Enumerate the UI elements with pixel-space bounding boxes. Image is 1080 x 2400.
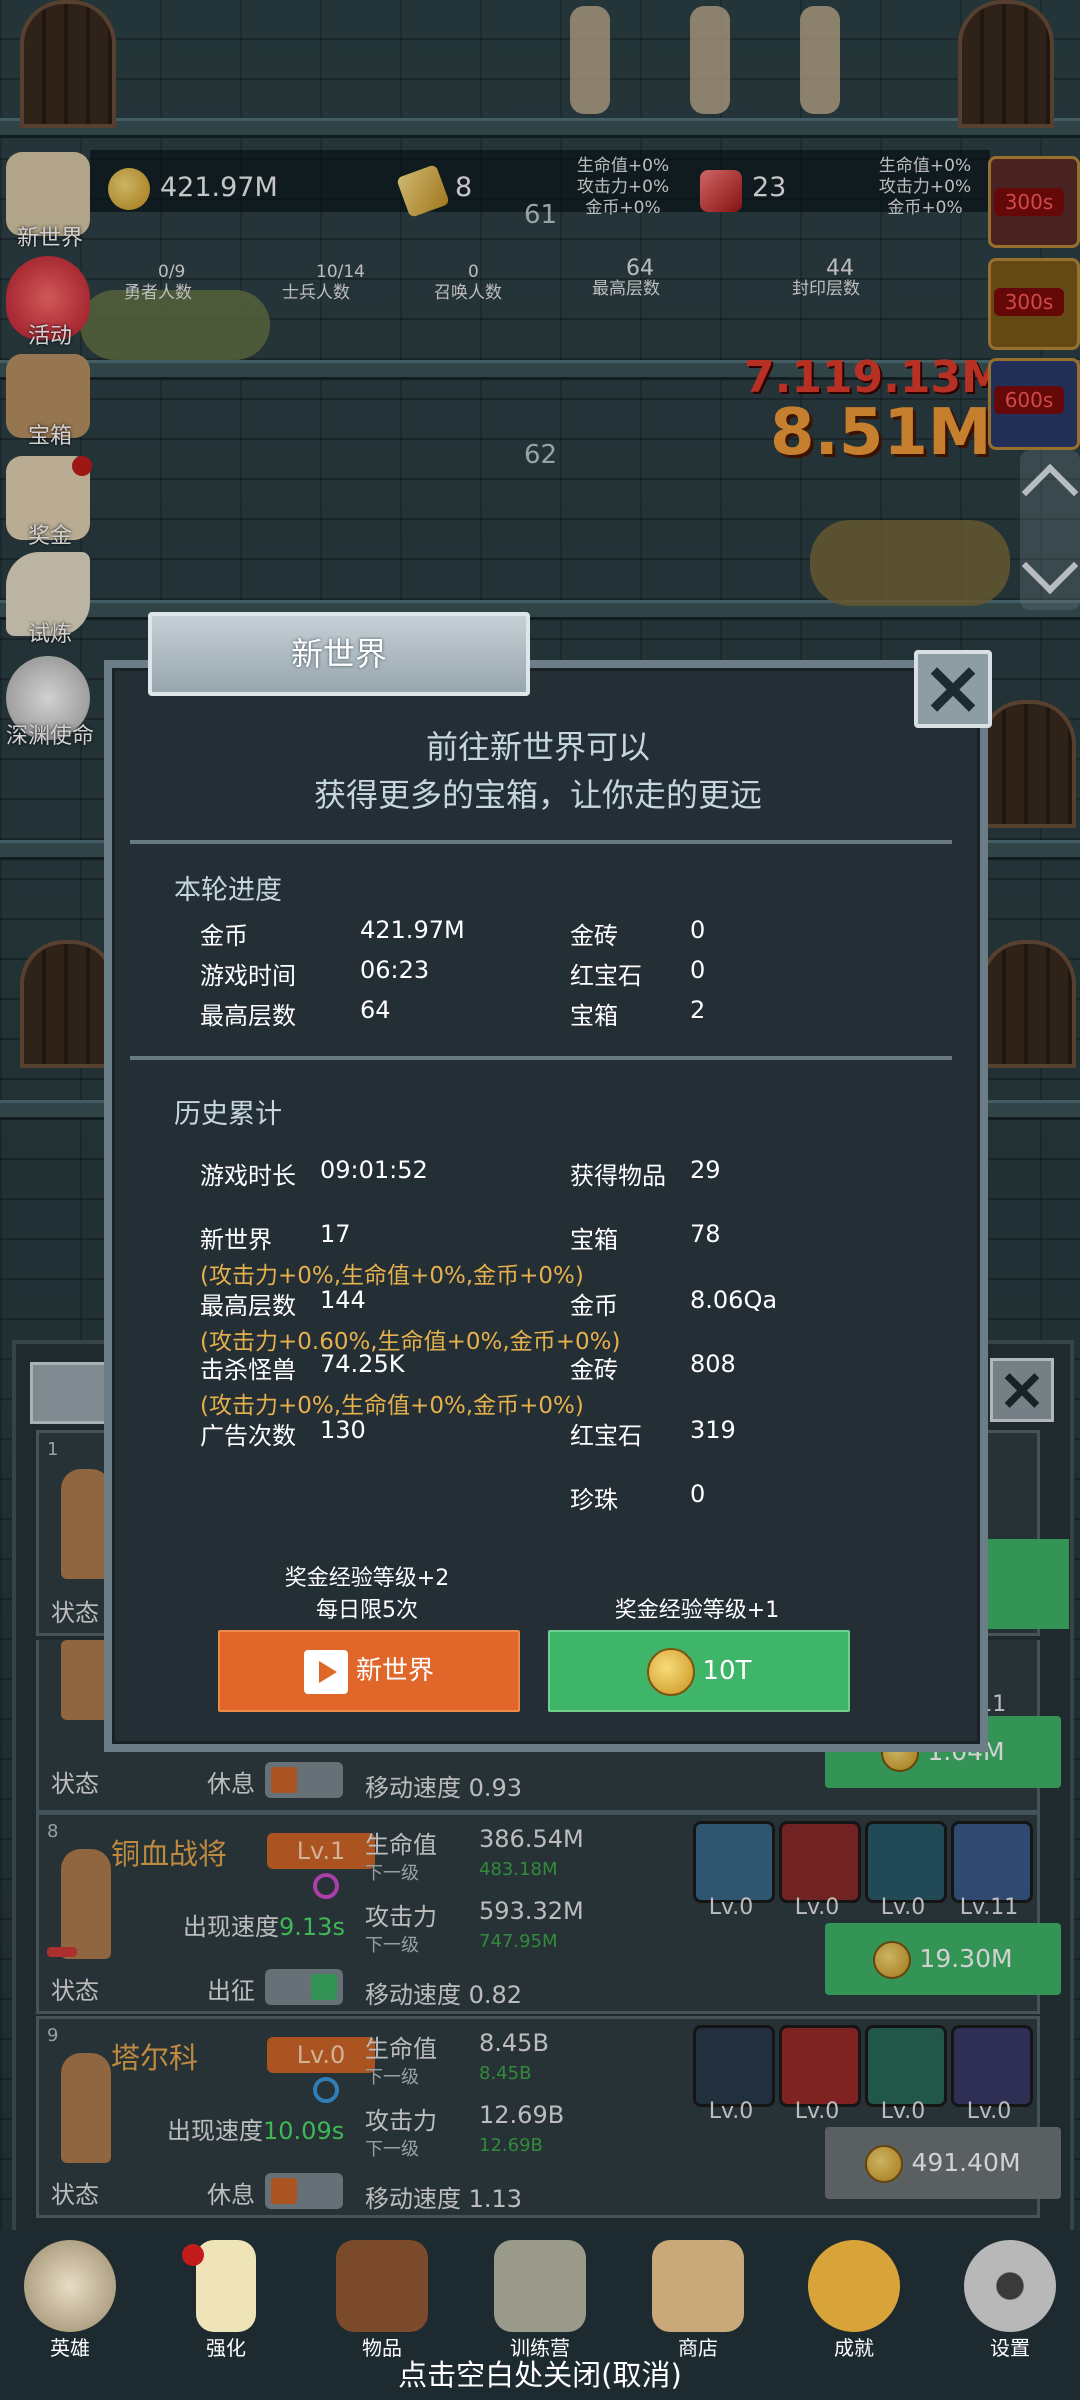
coin-reward-note: 奖金经验等级+1 xyxy=(614,1598,780,1623)
new-world-video-button[interactable]: 新世界 xyxy=(218,1630,520,1712)
stat-label: 红宝石 xyxy=(570,962,642,990)
stat-label: 游戏时间 xyxy=(200,962,296,990)
stat-label: 红宝石 xyxy=(570,1422,642,1450)
stat-label: 击杀怪兽 xyxy=(200,1356,296,1384)
stat-label: 金砖 xyxy=(570,922,618,950)
stat-label: 金砖 xyxy=(570,1356,618,1384)
stat-label: 新世界 xyxy=(200,1226,272,1254)
stat-label: 获得物品 xyxy=(570,1162,666,1190)
lantern-icon[interactable] xyxy=(494,2240,586,2332)
stat-label: 最高层数 xyxy=(200,1002,296,1030)
video-reward-note: 奖金经验等级+2 每日限5次 xyxy=(284,1566,450,1623)
stat-value: 808 xyxy=(690,1350,736,1378)
dialog-title: 新世界 xyxy=(148,612,530,696)
new-world-coin-button[interactable]: 10T xyxy=(548,1630,850,1712)
stat-label: 珍珠 xyxy=(570,1486,618,1514)
stat-value: 0 xyxy=(690,1480,706,1508)
history-heading: 历史累计 xyxy=(174,1099,282,1130)
video-icon xyxy=(303,1649,348,1694)
stat-value: 421.97M xyxy=(360,916,465,944)
stat-label: 金币 xyxy=(200,922,248,950)
stat-label: 宝箱 xyxy=(570,1002,618,1030)
skull-icon[interactable] xyxy=(24,2240,116,2332)
stat-label: 宝箱 xyxy=(570,1226,618,1254)
divider xyxy=(130,1056,952,1060)
mug-icon[interactable] xyxy=(652,2240,744,2332)
dialog-intro-line: 获得更多的宝箱，让你走的更远 xyxy=(313,776,762,814)
stat-value: 78 xyxy=(690,1220,721,1248)
dialog-intro-line: 前往新世界可以 xyxy=(425,728,650,766)
stat-value: 144 xyxy=(320,1286,366,1314)
book-icon[interactable] xyxy=(336,2240,428,2332)
stat-value: 17 xyxy=(320,1220,351,1248)
bonus-text: (攻击力+0%,生命值+0%,金币+0%) xyxy=(200,1393,584,1419)
stat-value: 2 xyxy=(690,996,706,1024)
coin-icon xyxy=(646,1647,695,1696)
notification-dot xyxy=(182,2244,204,2266)
stat-label: 游戏时长 xyxy=(200,1162,296,1190)
bonus-text: (攻击力+0%,生命值+0%,金币+0%) xyxy=(200,1263,584,1289)
gear-icon[interactable] xyxy=(964,2240,1056,2332)
stat-value: 29 xyxy=(690,1156,721,1184)
key-icon[interactable] xyxy=(808,2240,900,2332)
stat-value: 09:01:52 xyxy=(320,1156,428,1184)
stat-label: 广告次数 xyxy=(200,1422,296,1450)
round-progress-heading: 本轮进度 xyxy=(174,875,282,906)
stat-value: 0 xyxy=(690,956,706,984)
stat-value: 74.25K xyxy=(320,1350,405,1378)
stat-value: 0 xyxy=(690,916,706,944)
candle-icon[interactable] xyxy=(196,2240,256,2332)
dialog-close-button[interactable] xyxy=(914,650,992,728)
stat-value: 130 xyxy=(320,1416,366,1444)
stat-value: 319 xyxy=(690,1416,736,1444)
divider xyxy=(130,840,952,844)
tap-to-close-hint: 点击空白处关闭(取消) xyxy=(398,2358,682,2392)
stat-value: 8.06Qa xyxy=(690,1286,778,1314)
stat-value: 64 xyxy=(360,996,391,1024)
stat-label: 金币 xyxy=(570,1292,618,1320)
stat-label: 最高层数 xyxy=(200,1292,296,1320)
stat-value: 06:23 xyxy=(360,956,430,984)
